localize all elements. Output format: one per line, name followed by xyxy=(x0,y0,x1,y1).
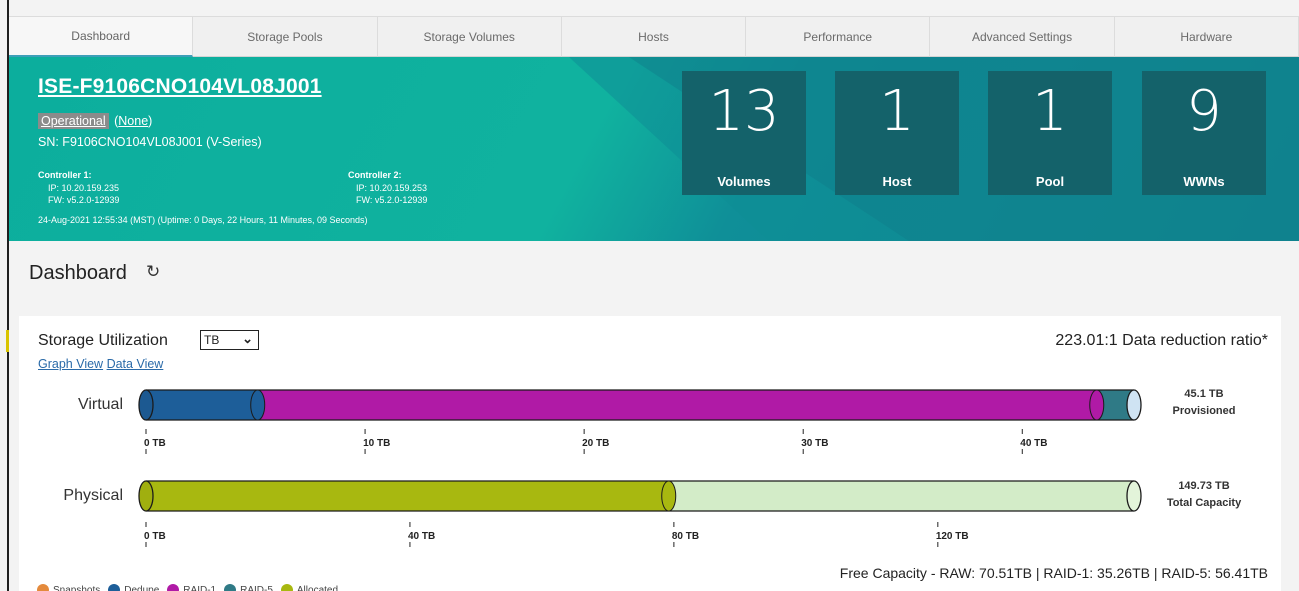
virtual-tick-label-0: 0 TB xyxy=(144,438,166,449)
stat-volumes-value: 13 xyxy=(708,79,780,144)
virtual-capacity-caption: Provisioned xyxy=(1172,405,1236,417)
system-name-link[interactable]: ISE-F9106CNO104VL08J001 xyxy=(38,75,322,99)
physical-tick-label-120: 120 TB xyxy=(936,531,969,542)
tab-dashboard[interactable]: Dashboard xyxy=(9,17,194,57)
main-tabs: Dashboard Storage Pools Storage Volumes … xyxy=(9,16,1299,57)
controller-1-fw: FW: v5.2.0-12939 xyxy=(48,195,120,205)
virtual-bar-raid-1-segment xyxy=(257,390,1097,420)
stat-wwns-label: WWNs xyxy=(1183,174,1225,189)
tab-advanced-settings[interactable]: Advanced Settings xyxy=(930,17,1115,57)
physical-capacity-caption: Total Capacity xyxy=(1166,497,1242,509)
virtual-bar-dedupe-edge xyxy=(250,389,266,421)
stat-pools-label: Pool xyxy=(1035,174,1065,189)
physical-capacity-value: 149.73 TB xyxy=(1178,480,1230,492)
physical-bar-allocated-edge xyxy=(661,480,677,512)
storage-utilization-card: Storage Utilization TB ⌄ 223.01:1 Data r… xyxy=(19,316,1281,591)
physical-tick-label-40: 40 TB xyxy=(408,531,435,542)
legend-item-raid-1: RAID-1 xyxy=(167,584,216,591)
status-line: Operational (None) xyxy=(38,113,152,129)
legend-swatch-snapshots xyxy=(37,584,49,591)
controller-1-title: Controller 1: xyxy=(38,170,92,180)
virtual-capacity-value: 45.1 TB xyxy=(1184,388,1224,400)
focus-marker xyxy=(6,330,9,352)
tab-storage-volumes[interactable]: Storage Volumes xyxy=(377,17,562,57)
legend-label-dedupe: Dedupe xyxy=(124,584,160,591)
controller-1-info: Controller 1: IP: 10.20.159.235 FW: v5.2… xyxy=(38,169,119,207)
legend-label-allocated: Allocated xyxy=(296,584,339,591)
controller-2-ip: IP: 10.20.159.253 xyxy=(356,182,428,193)
refresh-icon[interactable]: ↻ xyxy=(146,262,160,282)
legend-item-allocated: Allocated xyxy=(280,584,339,591)
virtual-bar-right-cap xyxy=(1126,389,1142,421)
legend-swatch-raid-5 xyxy=(224,584,237,591)
virtual-capacity-label: 45.1 TB Provisioned xyxy=(1154,386,1254,420)
uptime-text: 24-Aug-2021 12:55:34 (MST) (Uptime: 0 Da… xyxy=(38,215,368,225)
physical-bar-right-cap xyxy=(1126,480,1142,512)
page-title: Dashboard xyxy=(29,262,127,284)
stat-wwns-value: 9 xyxy=(1186,79,1222,144)
legend-swatch-allocated xyxy=(280,584,293,591)
page: Dashboard Storage Pools Storage Volumes … xyxy=(0,0,1299,591)
tab-storage-pools[interactable]: Storage Pools xyxy=(193,17,378,57)
physical-capacity-label: 149.73 TB Total Capacity xyxy=(1154,478,1254,512)
physical-bar-free-segment xyxy=(668,481,1134,511)
stat-hosts[interactable]: 1 Host xyxy=(835,71,959,195)
system-banner: ISE-F9106CNO104VL08J001 Operational (Non… xyxy=(9,57,1299,241)
legend-label-raid-5: RAID-5 xyxy=(240,584,273,591)
legend-item-raid-5: RAID-5 xyxy=(224,584,273,591)
free-capacity-summary: Free Capacity - RAW: 70.51TB | RAID-1: 3… xyxy=(839,565,1268,581)
tab-performance[interactable]: Performance xyxy=(746,17,931,57)
stat-wwns[interactable]: 9 WWNs xyxy=(1142,71,1266,195)
stat-volumes[interactable]: 13 Volumes xyxy=(682,71,806,195)
status-link[interactable]: Operational xyxy=(38,113,109,129)
virtual-tick-label-30: 30 TB xyxy=(801,438,828,449)
physical-tick-label-0: 0 TB xyxy=(144,531,166,542)
physical-bar-allocated-segment xyxy=(146,481,669,511)
virtual-bar-raid-1-edge xyxy=(1089,389,1105,421)
virtual-tick-label-40: 40 TB xyxy=(1020,438,1047,449)
legend-item-dedupe: Dedupe xyxy=(108,584,159,591)
stat-pools[interactable]: 1 Pool xyxy=(988,71,1112,195)
controller-2-title: Controller 2: xyxy=(348,170,402,180)
status-detail-link[interactable]: None xyxy=(118,114,148,128)
utilization-chart: 0 TB 10 TB 20 TB 30 TB 40 TB 0 TB 40 TB 80 TB 12… xyxy=(138,389,1142,547)
tab-hosts[interactable]: Hosts xyxy=(561,17,747,57)
chart-legend: Snapshots Dedupe RAID-1 RAID-5 Allocated xyxy=(37,584,346,591)
stat-volumes-label: Volumes xyxy=(717,174,771,189)
status-detail-close: ) xyxy=(148,114,153,128)
virtual-bar-left-cap xyxy=(138,389,154,421)
controller-1-ip: IP: 10.20.159.235 xyxy=(48,182,120,193)
virtual-bar-dedupe-segment xyxy=(146,390,258,420)
controller-2-info: Controller 2: IP: 10.20.159.253 FW: v5.2… xyxy=(348,169,427,207)
physical-bar-left-cap xyxy=(138,480,154,512)
stat-hosts-value: 1 xyxy=(879,79,915,144)
tab-hardware[interactable]: Hardware xyxy=(1114,17,1299,57)
stat-pools-value: 1 xyxy=(1032,79,1068,144)
physical-tick-label-80: 80 TB xyxy=(672,531,699,542)
serial-number: SN: F9106CNO104VL08J001 (V-Series) xyxy=(38,135,262,149)
status-detail: (None) xyxy=(114,114,152,128)
virtual-tick-label-20: 20 TB xyxy=(582,438,609,449)
legend-item-snapshots: Snapshots xyxy=(37,584,100,591)
legend-swatch-raid-1 xyxy=(167,584,180,591)
stat-hosts-label: Host xyxy=(882,174,912,189)
legend-swatch-dedupe xyxy=(108,584,121,591)
controller-2-fw: FW: v5.2.0-12939 xyxy=(356,195,428,205)
legend-label-raid-1: RAID-1 xyxy=(183,584,217,591)
virtual-tick-label-10: 10 TB xyxy=(363,438,390,449)
legend-label-snapshots: Snapshots xyxy=(53,584,101,591)
